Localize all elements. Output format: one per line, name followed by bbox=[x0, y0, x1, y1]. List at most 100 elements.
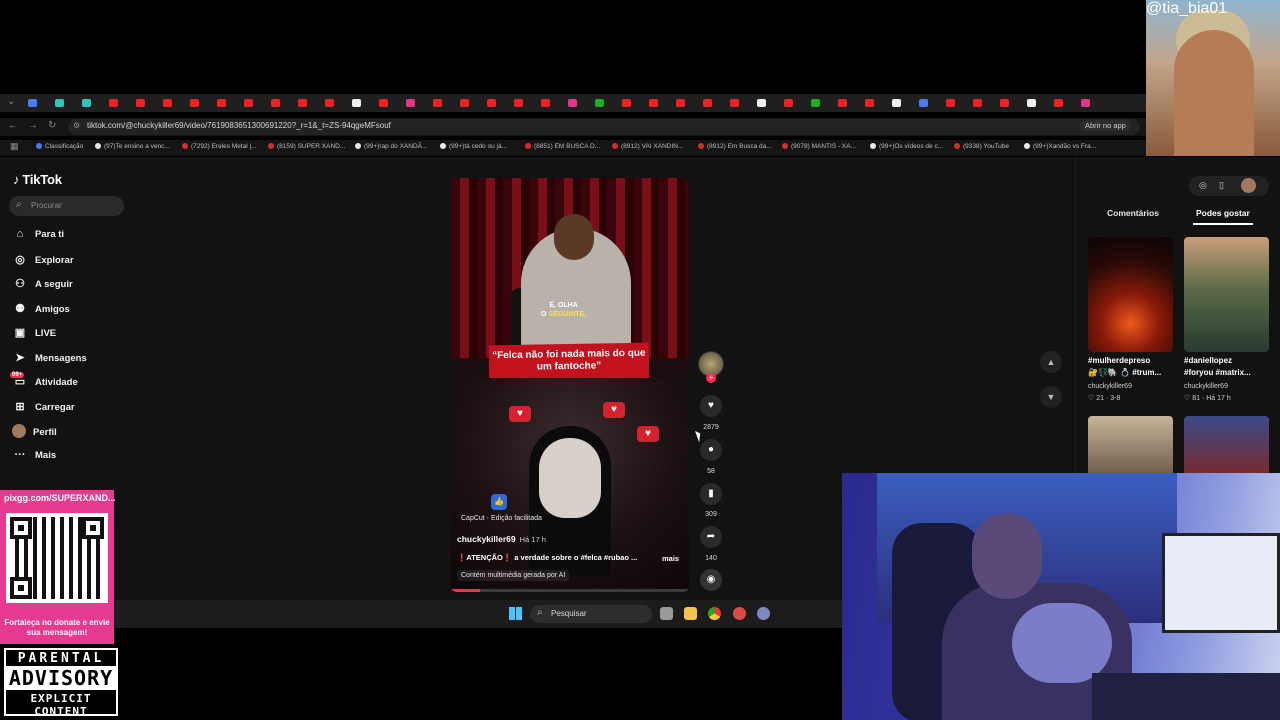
bookmark[interactable]: (99+)rap do XANDÃ... bbox=[355, 143, 427, 150]
browser-tab[interactable] bbox=[514, 99, 523, 107]
nav-item-amigos[interactable]: ⚉ Amigos bbox=[12, 302, 70, 320]
nav-item-mensagens[interactable]: ➤ Mensagens bbox=[12, 351, 86, 369]
browser-tab[interactable] bbox=[379, 99, 388, 107]
browser-tab[interactable] bbox=[838, 99, 847, 107]
taskbar-search[interactable]: ⌕ Pesquisar bbox=[530, 605, 652, 623]
video-player[interactable]: É, OLHA O SEGUINTE, “Felca não foi nada … bbox=[451, 178, 689, 592]
nav-item-explorar[interactable]: ◎ Explorar bbox=[12, 253, 73, 271]
browser-tab[interactable] bbox=[352, 99, 361, 107]
browser-tab[interactable] bbox=[406, 99, 415, 107]
comment-button[interactable]: ● bbox=[700, 439, 722, 461]
suggested-video-tags[interactable]: #foryou #matrix... bbox=[1184, 368, 1251, 377]
bookmark[interactable]: (8912) VAI XANDIN... bbox=[612, 143, 683, 150]
browser-tab[interactable] bbox=[541, 99, 550, 107]
bookmark[interactable]: (99+)tá cedo ou já... bbox=[440, 143, 507, 150]
avatar[interactable] bbox=[1241, 178, 1256, 193]
browser-tab[interactable] bbox=[1054, 99, 1063, 107]
browser-tab[interactable] bbox=[946, 99, 955, 107]
browser-tab[interactable] bbox=[298, 99, 307, 107]
browser-tab[interactable] bbox=[919, 99, 928, 107]
bookmark[interactable]: (99+)Os vídeos de c... bbox=[870, 143, 943, 150]
nav-item-mais[interactable]: ··· Mais bbox=[12, 449, 57, 467]
bookmark[interactable]: (8912) Em Busca da... bbox=[698, 143, 772, 150]
bookmark[interactable]: (7292) Ereles Metal |... bbox=[182, 143, 257, 150]
browser-tab[interactable] bbox=[82, 99, 91, 107]
suggested-video-author[interactable]: chuckykiller69 bbox=[1184, 383, 1228, 390]
browser-tab[interactable] bbox=[703, 99, 712, 107]
compass-icon[interactable]: ◎ bbox=[1199, 180, 1207, 191]
browser-tab[interactable] bbox=[217, 99, 226, 107]
capcut-label[interactable]: CapCut · Edição facilitada bbox=[461, 515, 542, 522]
browser-tab[interactable] bbox=[1027, 99, 1036, 107]
back-icon[interactable]: ← bbox=[8, 120, 18, 131]
tab-list-icon[interactable]: ⌄ bbox=[7, 96, 15, 107]
suggested-video-author[interactable]: chuckykiller69 bbox=[1088, 383, 1132, 390]
browser-tab[interactable] bbox=[1081, 99, 1090, 107]
video-author[interactable]: chuckykiller69 Há 17 h bbox=[457, 534, 546, 544]
browser-tab[interactable] bbox=[28, 99, 37, 107]
browser-tab[interactable] bbox=[244, 99, 253, 107]
browser-tab[interactable] bbox=[730, 99, 739, 107]
bookmark[interactable]: (97)Te ensino a venc... bbox=[95, 143, 170, 150]
next-video-button[interactable]: ▼ bbox=[1040, 386, 1062, 408]
browser-tab[interactable] bbox=[757, 99, 766, 107]
browser-tab[interactable] bbox=[784, 99, 793, 107]
follow-plus-icon[interactable]: + bbox=[706, 373, 716, 383]
windows-start-icon[interactable] bbox=[509, 607, 522, 620]
browser-tab[interactable] bbox=[568, 99, 577, 107]
bookmark[interactable]: Classificação bbox=[36, 143, 83, 150]
tab-comentarios[interactable]: Comentários bbox=[1107, 208, 1159, 218]
tab-podes-gostar[interactable]: Podes gostar bbox=[1196, 208, 1250, 218]
like-button[interactable]: ♥ bbox=[700, 395, 722, 417]
browser-tab[interactable] bbox=[595, 99, 604, 107]
suggested-video-title[interactable]: #daniellopez bbox=[1184, 356, 1232, 365]
apps-grid-icon[interactable]: ▦ bbox=[10, 141, 19, 152]
site-info-icon[interactable]: ⚙ bbox=[73, 121, 80, 130]
video-progress-bar[interactable] bbox=[451, 589, 689, 592]
nav-item-atividade[interactable]: ▭ 99+ Atividade bbox=[10, 372, 78, 393]
browser-tab[interactable] bbox=[136, 99, 145, 107]
browser-tab[interactable] bbox=[973, 99, 982, 107]
browser-tab[interactable] bbox=[622, 99, 631, 107]
settings-icon[interactable] bbox=[757, 607, 770, 620]
browser-tab[interactable] bbox=[676, 99, 685, 107]
bookmark[interactable]: (9338) YouTube bbox=[954, 143, 1009, 150]
open-app-button[interactable]: Abrir no app bbox=[1080, 120, 1131, 131]
browser-tab[interactable] bbox=[190, 99, 199, 107]
bookmark[interactable]: (99+)Xandão vs Fra... bbox=[1024, 143, 1096, 150]
previous-video-button[interactable]: ▲ bbox=[1040, 351, 1062, 373]
url-text[interactable]: tiktok.com/@chuckykiller69/video/7619083… bbox=[87, 121, 391, 130]
nav-item-a-seguir[interactable]: ⚇ A seguir bbox=[12, 277, 73, 295]
nav-item-live[interactable]: ▣ LIVE bbox=[12, 326, 56, 344]
suggested-video-thumb[interactable] bbox=[1088, 416, 1173, 476]
browser-tab[interactable] bbox=[163, 99, 172, 107]
browser-tab[interactable] bbox=[892, 99, 901, 107]
browser-tab[interactable] bbox=[649, 99, 658, 107]
browser-tab[interactable] bbox=[271, 99, 280, 107]
suggested-video-thumb[interactable] bbox=[1088, 237, 1173, 352]
nav-item-carregar[interactable]: ⊞ Carregar bbox=[12, 400, 74, 418]
file-explorer-icon[interactable] bbox=[684, 607, 697, 620]
save-button[interactable]: ▮ bbox=[700, 483, 722, 505]
browser-tab[interactable] bbox=[109, 99, 118, 107]
tiktok-logo[interactable]: ♪ TikTok bbox=[13, 172, 62, 187]
browser-tab[interactable] bbox=[865, 99, 874, 107]
browser-tab[interactable] bbox=[55, 99, 64, 107]
bookmark[interactable]: (8851) EM BUSCA D... bbox=[525, 143, 600, 150]
forward-icon[interactable]: → bbox=[28, 120, 38, 131]
browser-tab[interactable] bbox=[460, 99, 469, 107]
suggested-video-thumb[interactable] bbox=[1184, 416, 1269, 476]
browser-tab[interactable] bbox=[811, 99, 820, 107]
suggested-video-title[interactable]: #mulherdepreso bbox=[1088, 356, 1150, 365]
app-icon[interactable] bbox=[733, 607, 746, 620]
reload-icon[interactable]: ↻ bbox=[48, 120, 56, 131]
browser-tab[interactable] bbox=[325, 99, 334, 107]
share-button[interactable]: ➦ bbox=[700, 526, 722, 548]
more-button[interactable]: mais bbox=[662, 554, 679, 563]
phone-icon[interactable]: ▯ bbox=[1219, 180, 1224, 191]
browser-tab[interactable] bbox=[433, 99, 442, 107]
task-view-icon[interactable] bbox=[660, 607, 673, 620]
bookmark[interactable]: (8159) SUPER XAND... bbox=[268, 143, 345, 150]
chrome-icon[interactable] bbox=[708, 607, 721, 620]
nav-item-perfil[interactable]: Perfil bbox=[12, 424, 57, 442]
